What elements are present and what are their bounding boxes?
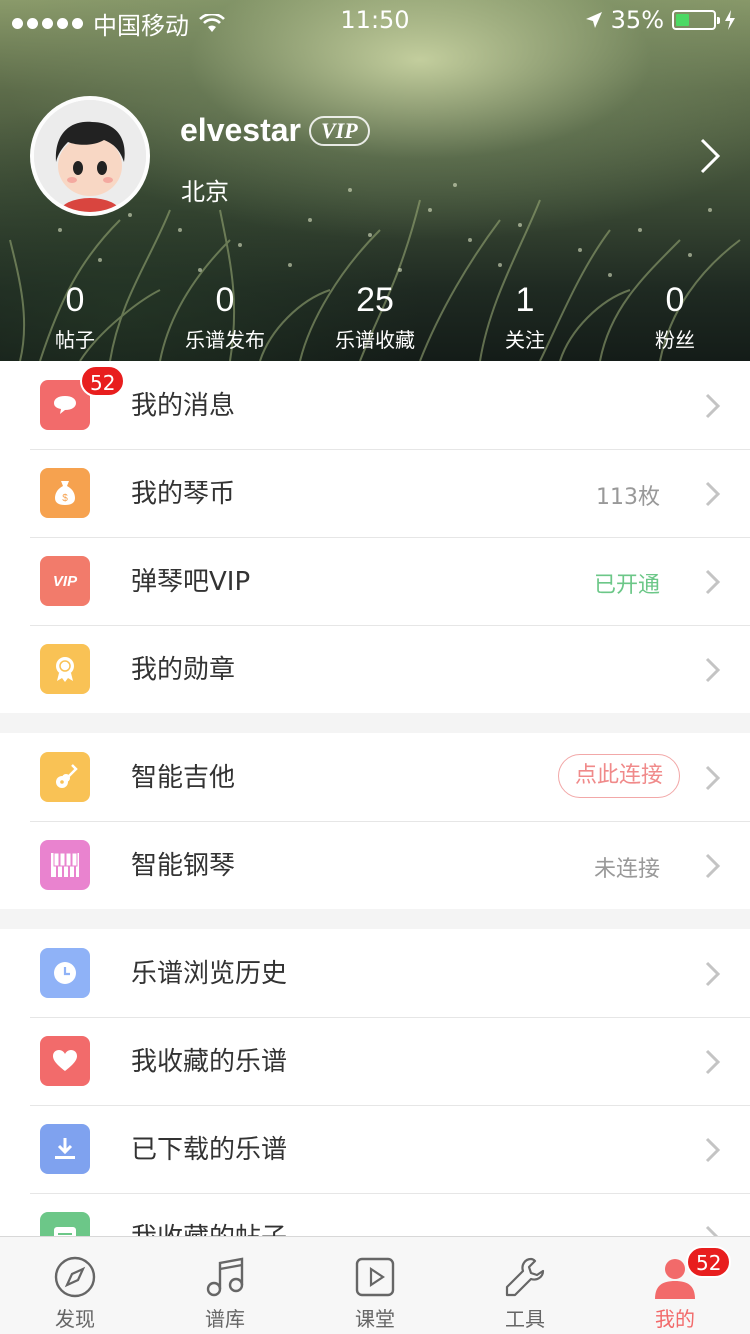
chevron-right-icon [705,961,721,987]
profile-header: 中国移动 11:50 35% elvestar VIP 北京 0 帖子 0 乐谱… [0,0,750,361]
row-label: 我的消息 [131,391,236,421]
chevron-right-icon [705,1049,721,1075]
stat-label: 关注 [505,328,545,352]
stat-value: 1 [515,281,535,319]
stat-label: 乐谱收藏 [335,328,415,352]
row-downloaded-scores[interactable]: 已下载的乐谱 [0,1105,750,1193]
battery-icon [672,10,720,30]
username: elvestar [180,112,301,148]
stat-followers[interactable]: 0 粉丝 [600,278,750,358]
account-section: 我的消息 $ 我的琴币 113枚 VIP 弹琴吧VIP 已开通 我的勋章 [0,361,750,713]
stat-value: 25 [356,281,394,319]
battery-percent: 35% [610,6,664,34]
tab-label: 课堂 [355,1307,395,1331]
chevron-right-icon [705,657,721,683]
row-vip[interactable]: VIP 弹琴吧VIP 已开通 [0,537,750,625]
row-label: 智能钢琴 [131,851,236,881]
devices-section: 智能吉他 点此连接 智能钢琴 未连接 [0,733,750,909]
stats-bar: 0 帖子 0 乐谱发布 25 乐谱收藏 1 关注 0 粉丝 [0,278,750,358]
download-icon [40,1124,90,1174]
stat-label: 粉丝 [655,328,695,352]
row-label: 我收藏的乐谱 [131,1047,288,1077]
tab-label: 工具 [505,1307,545,1331]
connect-button[interactable]: 点此连接 [557,754,680,798]
heart-icon [40,1036,90,1086]
coin-count: 113枚 [596,485,660,510]
stat-label: 乐谱发布 [185,328,265,352]
tab-label: 我的 [655,1307,695,1331]
scores-section: 乐谱浏览历史 我收藏的乐谱 已下载的乐谱 我收藏的帖子 [0,929,750,1281]
guitar-icon [40,752,90,802]
svg-text:VIP: VIP [53,573,78,589]
chevron-right-icon [705,853,721,879]
tab-label: 谱库 [205,1307,245,1331]
row-label: 弹琴吧VIP [131,567,251,597]
compass-icon [54,1256,96,1298]
chevron-right-icon [705,765,721,791]
row-label: 乐谱浏览历史 [131,959,288,989]
chevron-right-icon [705,569,721,595]
row-label: 我的琴币 [131,479,236,509]
row-my-medals[interactable]: 我的勋章 [0,625,750,713]
avatar-illustration [34,100,146,212]
battery-info: 35% [585,6,736,34]
row-label: 我的勋章 [131,655,236,685]
me-tab-badge: 52 [686,1246,732,1278]
tab-bar: 发现 谱库 课堂 工具 我的 [0,1236,750,1334]
row-smart-piano[interactable]: 智能钢琴 未连接 [0,821,750,909]
music-note-icon [206,1257,244,1297]
charging-icon [725,10,735,30]
tab-tools[interactable]: 工具 [450,1237,600,1334]
svg-text:$: $ [62,493,68,504]
vip-status: 已开通 [593,573,660,598]
tab-classroom[interactable]: 课堂 [300,1237,450,1334]
avatar[interactable] [30,96,150,216]
play-icon [355,1257,395,1297]
chevron-right-icon [705,1137,721,1163]
stat-value: 0 [215,281,235,319]
tab-label: 发现 [55,1307,95,1331]
stat-posts[interactable]: 0 帖子 [0,278,150,358]
stat-value: 0 [65,281,85,319]
tab-discover[interactable]: 发现 [0,1237,150,1334]
row-score-history[interactable]: 乐谱浏览历史 [0,929,750,1017]
piano-icon [40,840,90,890]
wrench-icon [505,1257,545,1297]
chevron-right-icon[interactable] [696,136,726,176]
vip-icon: VIP [40,556,90,606]
tab-library[interactable]: 谱库 [150,1237,300,1334]
stat-favorite-scores[interactable]: 25 乐谱收藏 [300,278,450,358]
row-my-coins[interactable]: $ 我的琴币 113枚 [0,449,750,537]
stat-label: 帖子 [55,328,95,352]
username-row[interactable]: elvestar VIP [180,112,370,149]
piano-status: 未连接 [593,857,660,882]
money-bag-icon: $ [40,468,90,518]
stat-published-scores[interactable]: 0 乐谱发布 [150,278,300,358]
row-favorite-scores[interactable]: 我收藏的乐谱 [0,1017,750,1105]
stat-value: 0 [665,281,685,319]
chevron-right-icon [705,393,721,419]
vip-badge: VIP [308,115,370,146]
user-city: 北京 [181,178,229,206]
messages-badge: 52 [80,365,126,397]
medal-icon [40,644,90,694]
chevron-right-icon [705,481,721,507]
status-bar: 中国移动 11:50 35% [0,0,750,40]
row-label: 智能吉他 [131,763,236,793]
location-arrow-icon [585,12,602,28]
stat-following[interactable]: 1 关注 [450,278,600,358]
row-label: 已下载的乐谱 [131,1135,288,1165]
row-smart-guitar[interactable]: 智能吉他 点此连接 [0,733,750,821]
clock-icon [40,948,90,998]
